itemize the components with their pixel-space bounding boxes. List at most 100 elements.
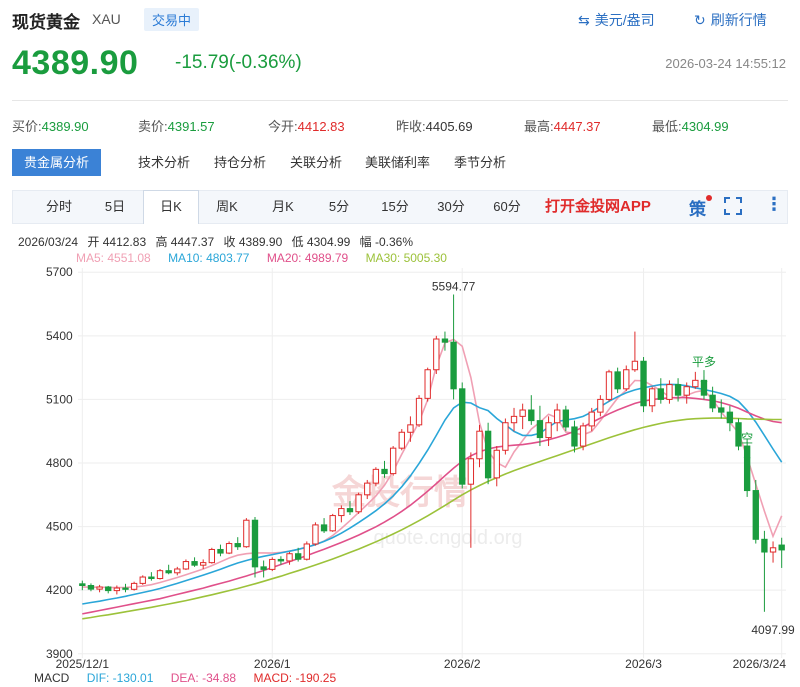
tab-positions[interactable]: 持仓分析 (214, 149, 266, 176)
tab-correlation[interactable]: 关联分析 (290, 149, 342, 176)
candle-down (260, 566, 267, 570)
candle-down (87, 585, 95, 590)
period-30min[interactable]: 30分 (423, 191, 479, 223)
candle-down (640, 360, 647, 407)
candle-up (579, 425, 587, 447)
field-label: 最高: (524, 119, 554, 134)
divider (12, 100, 788, 101)
period-monthly-k[interactable]: 月K (255, 191, 311, 223)
swap-icon: ⇆ (578, 11, 590, 28)
field-label: 买价: (12, 119, 42, 134)
bid-field: 买价:4389.90 (12, 116, 89, 135)
x-tick-label: 2025/12/1 (56, 657, 110, 671)
period-intraday[interactable]: 分时 (31, 191, 87, 223)
candle-up (476, 430, 483, 460)
candle-up (208, 548, 216, 564)
candle-down (320, 524, 328, 532)
tab-technical[interactable]: 技术分析 (138, 149, 190, 176)
field-value: 4412.83 (297, 119, 345, 134)
trading-status-badge: 交易中 (144, 8, 200, 31)
ohlc-close: 收 4389.90 (223, 235, 283, 249)
quote-timestamp: 2026-03-24 14:55:12 (665, 56, 786, 71)
candle-down (105, 586, 112, 592)
candle-down (761, 538, 768, 553)
period-60min[interactable]: 60分 (479, 191, 535, 223)
candle-down (381, 468, 388, 475)
tab-fed-rate[interactable]: 美联储利率 (365, 149, 430, 176)
candle-down (165, 570, 172, 574)
macd-title: MACD (34, 671, 70, 685)
field-value: 4389.90 (41, 119, 89, 134)
candle-down (217, 548, 224, 554)
period-daily-k[interactable]: 日K (143, 190, 199, 224)
candle-up (130, 582, 138, 590)
candle-up (96, 586, 103, 590)
notification-dot (706, 195, 712, 201)
field-label: 今开: (268, 119, 298, 134)
period-toolbar: 分时 5日 日K 周K 月K 5分 15分 30分 60分 打开金投网APP 策… (12, 190, 788, 224)
period-5day[interactable]: 5日 (87, 191, 143, 223)
low-annotation: 4097.99 (751, 623, 795, 637)
candle-up (200, 562, 207, 566)
candle-up (312, 524, 319, 545)
candle-up (338, 508, 345, 517)
candle-down (571, 426, 578, 447)
tab-seasonal[interactable]: 季节分析 (454, 149, 506, 176)
candle-up (433, 338, 440, 371)
macd-dea: DEA: -34.88 (170, 671, 237, 685)
candle-up (415, 397, 423, 426)
field-label: 卖价: (138, 119, 168, 134)
watermark-brand: 金投行情 (331, 473, 468, 513)
candle-down (79, 583, 86, 587)
candle-down (657, 388, 664, 400)
more-icon[interactable]: ⋮ (765, 194, 783, 215)
candle-down (528, 409, 535, 422)
candle-up (225, 543, 233, 554)
tab-precious-metals[interactable]: 贵金属分析 (12, 149, 102, 176)
candle-up (269, 558, 276, 570)
y-tick-label: 5700 (46, 265, 73, 279)
currency-switch-button[interactable]: ⇆ 美元/盎司 (578, 10, 655, 30)
candle-up (424, 369, 431, 399)
ohlc-high: 高 4447.37 (155, 235, 215, 249)
candle-up (243, 519, 250, 548)
prev-close-field: 昨收:4405.69 (396, 116, 473, 135)
ohlc-date: 2026/03/24 (18, 235, 79, 249)
instrument-title: 现货黄金 (12, 13, 80, 32)
period-15min[interactable]: 15分 (367, 191, 423, 223)
period-weekly-k[interactable]: 周K (199, 191, 255, 223)
ohlc-open: 开 4412.83 (87, 235, 147, 249)
refresh-button[interactable]: ↻ 刷新行情 (694, 10, 767, 30)
candle-down (752, 490, 759, 540)
candle-up (623, 369, 630, 390)
y-tick-label: 4200 (46, 583, 73, 597)
field-label: 最低: (652, 119, 682, 134)
candle-up (683, 386, 690, 396)
candlestick-chart[interactable]: 57005400510048004500420039002025/12/1 202… (0, 262, 800, 672)
candle-down (251, 519, 259, 568)
candle-up (372, 468, 380, 484)
signal-annotation: 平多 (692, 355, 716, 369)
ohlc-low: 低 4304.99 (291, 235, 351, 249)
fullscreen-icon[interactable] (724, 197, 742, 215)
candle-up (156, 570, 164, 580)
candle-down (346, 508, 354, 513)
candle-up (648, 388, 656, 407)
strategy-icon[interactable]: 策 (689, 195, 706, 220)
currency-label: 美元/盎司 (594, 12, 655, 28)
analysis-tabs: 贵金属分析 技术分析 持仓分析 关联分析 美联储利率 季节分析 (12, 149, 788, 176)
period-5min[interactable]: 5分 (311, 191, 367, 223)
instrument-symbol: XAU (92, 11, 121, 27)
candle-up (588, 411, 595, 427)
candle-down (562, 409, 570, 428)
candle-up (286, 553, 293, 562)
open-app-link[interactable]: 打开金投网APP (545, 191, 651, 223)
candle-up (545, 422, 552, 439)
quote-header: 现货黄金 XAU 交易中 ⇆ 美元/盎司 ↻ 刷新行情 (12, 8, 788, 32)
candle-up (389, 447, 397, 475)
candle-up (597, 398, 604, 413)
x-tick-label: 2026/2 (444, 657, 481, 671)
candle-down (778, 544, 785, 551)
candle-up (303, 543, 310, 560)
x-tick-label: 2026/3 (625, 657, 662, 671)
